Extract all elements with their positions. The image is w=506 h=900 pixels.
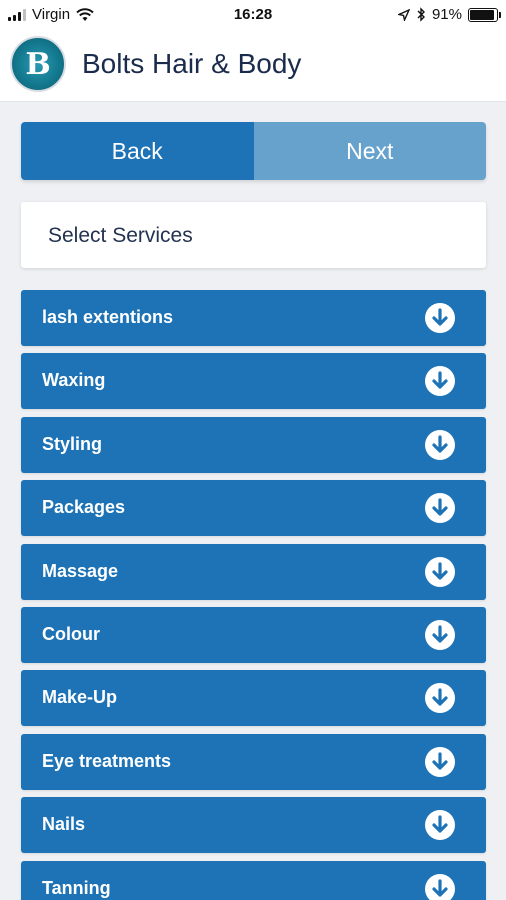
arrow-down-circle-icon[interactable] xyxy=(424,492,456,524)
service-item-make-up[interactable]: Make-Up xyxy=(21,670,486,727)
battery-percent: 91% xyxy=(431,6,462,23)
arrow-down-circle-icon[interactable] xyxy=(424,556,456,588)
service-item-tanning[interactable]: Tanning xyxy=(21,860,486,900)
arrow-down-circle-icon[interactable] xyxy=(424,873,456,900)
service-item-label: Packages xyxy=(42,497,126,518)
brand-logo: B xyxy=(10,36,66,92)
service-item-label: Nails xyxy=(42,814,86,835)
select-services-label: Select Services xyxy=(48,224,193,247)
arrow-down-circle-icon[interactable] xyxy=(424,619,456,651)
arrow-down-circle-icon[interactable] xyxy=(424,365,456,397)
service-item-label: Waxing xyxy=(42,370,106,391)
arrow-down-circle-icon[interactable] xyxy=(424,746,456,778)
app-title: Bolts Hair & Body xyxy=(82,48,302,79)
bluetooth-icon xyxy=(417,7,425,22)
service-item-packages[interactable]: Packages xyxy=(21,480,486,537)
battery-icon xyxy=(468,7,501,22)
arrow-down-circle-icon[interactable] xyxy=(424,302,456,334)
service-item-label: Massage xyxy=(42,560,119,581)
back-button[interactable]: Back xyxy=(21,122,254,180)
wizard-nav: Back Next xyxy=(21,122,486,180)
app-header: B Bolts Hair & Body xyxy=(0,30,506,102)
service-item-label: Tanning xyxy=(42,877,111,898)
arrow-down-circle-icon[interactable] xyxy=(424,429,456,461)
service-item-eye-treatments[interactable]: Eye treatments xyxy=(21,733,486,790)
select-services-panel: Select Services xyxy=(21,202,486,268)
status-right: 91% xyxy=(397,6,501,23)
service-item-massage[interactable]: Massage xyxy=(21,543,486,600)
service-list: lash extentions Waxing Styling Packages … xyxy=(21,290,486,900)
status-bar: Virgin 16:28 91% xyxy=(0,0,506,30)
service-item-colour[interactable]: Colour xyxy=(21,606,486,663)
service-item-label: Make-Up xyxy=(42,687,118,708)
arrow-down-circle-icon[interactable] xyxy=(424,682,456,714)
service-item-waxing[interactable]: Waxing xyxy=(21,353,486,410)
next-button[interactable]: Next xyxy=(253,122,486,180)
service-item-label: Colour xyxy=(42,623,100,644)
location-icon xyxy=(397,8,410,21)
service-item-nails[interactable]: Nails xyxy=(21,797,486,854)
service-item-label: Styling xyxy=(42,433,103,454)
service-item-label: lash extentions xyxy=(42,307,174,327)
logo-letter: B xyxy=(25,46,51,82)
service-item-lash-extentions[interactable]: lash extentions xyxy=(21,290,486,346)
service-item-styling[interactable]: Styling xyxy=(21,416,486,473)
service-item-label: Eye treatments xyxy=(42,750,172,771)
arrow-down-circle-icon[interactable] xyxy=(424,809,456,841)
